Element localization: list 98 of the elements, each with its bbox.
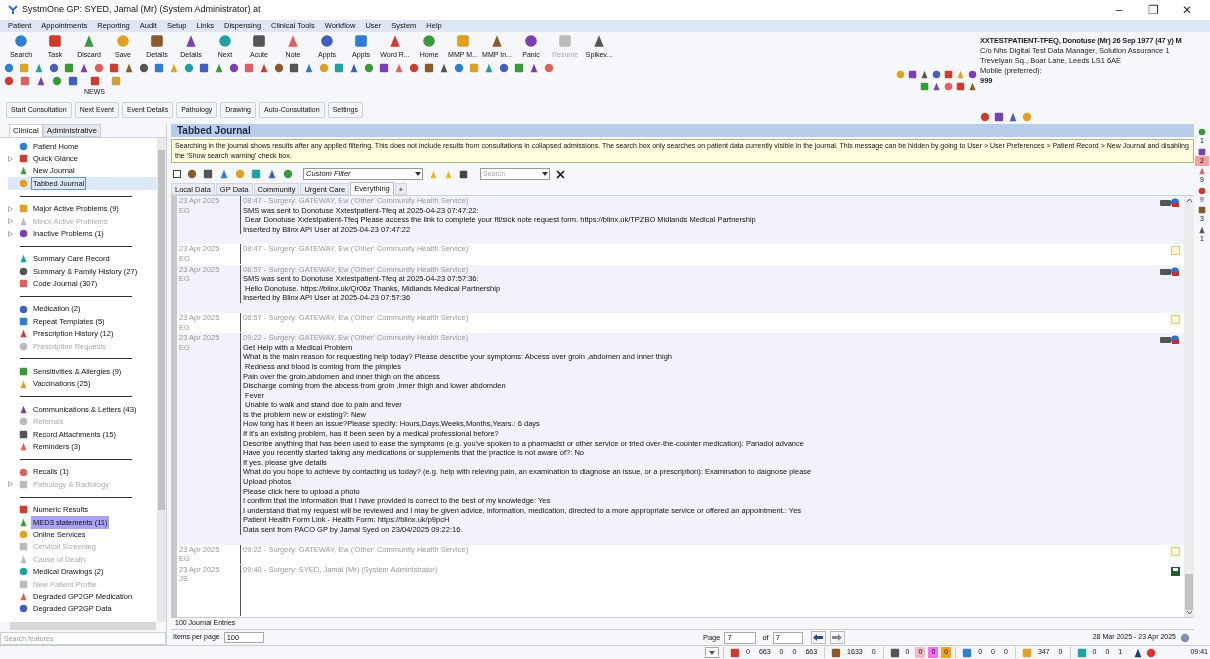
tool-icon[interactable] <box>544 62 554 73</box>
dropdown-arrow-icon <box>709 650 715 655</box>
tool-icon[interactable] <box>304 62 314 73</box>
tool-icon[interactable] <box>424 62 434 73</box>
previous-page-button[interactable] <box>810 631 826 644</box>
tool-icon[interactable] <box>484 62 494 73</box>
tool-icon[interactable] <box>214 62 224 73</box>
toolbar-icon <box>150 34 164 48</box>
toolbar-icon <box>286 34 300 48</box>
tool-icon[interactable] <box>4 62 14 73</box>
tool-icon[interactable] <box>394 62 404 73</box>
right-arrow-icon <box>832 634 843 641</box>
scrollbar[interactable] <box>157 138 166 622</box>
dropdown-arrow-icon <box>414 171 422 177</box>
toolbar-icon <box>218 34 232 48</box>
tool-icon[interactable] <box>244 62 254 73</box>
toolbar-icon <box>422 34 436 48</box>
toolbar-icon <box>116 34 130 48</box>
horizontal-scrollbar[interactable] <box>10 622 156 630</box>
tool-icon[interactable] <box>514 62 524 73</box>
tool-icon[interactable] <box>199 62 209 73</box>
toolbar-icon <box>354 34 368 48</box>
pen-icon[interactable] <box>459 169 468 179</box>
toolbar-icon <box>524 34 538 48</box>
close-icon[interactable] <box>556 169 565 179</box>
journal-title: Tabbed Journal <box>177 124 251 138</box>
tool-icon[interactable] <box>349 62 359 73</box>
dropdown-arrow-icon <box>541 171 549 177</box>
tool-icon[interactable] <box>4 75 14 86</box>
tool-icon[interactable] <box>34 62 44 73</box>
tool-icon[interactable] <box>334 62 344 73</box>
status-icon[interactable] <box>730 647 740 658</box>
tool-icon[interactable] <box>229 62 239 73</box>
tool-icon[interactable] <box>36 75 46 86</box>
tool-icon[interactable] <box>499 62 509 73</box>
status-icon[interactable] <box>831 647 842 658</box>
tool-icon[interactable] <box>439 62 449 73</box>
tool-icon[interactable] <box>68 75 78 86</box>
toolbar-icon <box>252 34 266 48</box>
toolbar-icon <box>14 34 28 48</box>
tool-icon[interactable] <box>379 62 389 73</box>
settings-icon[interactable] <box>1180 632 1190 643</box>
tool-icon[interactable] <box>64 62 74 73</box>
ambulance-icon <box>89 75 100 86</box>
alert-icon[interactable] <box>1198 206 1206 214</box>
message-icon[interactable] <box>1160 266 1180 276</box>
checkbox[interactable] <box>173 170 181 178</box>
window-title: SystmOne GP: SYED, Jamal (Mr) (System Administrator) at <box>22 3 261 17</box>
scroll-down-icon[interactable] <box>1185 610 1193 615</box>
toolbar-icon <box>184 34 198 48</box>
tool-icon[interactable] <box>529 62 539 73</box>
message-icon[interactable] <box>1160 198 1180 207</box>
message-icon[interactable] <box>1160 335 1180 345</box>
tool-icon[interactable] <box>154 62 164 73</box>
tool-icon[interactable] <box>274 62 284 73</box>
toolbar-icon <box>592 34 606 48</box>
tool-icon[interactable] <box>184 62 194 73</box>
tool-icon[interactable] <box>139 62 149 73</box>
close-button[interactable]: ✕ <box>1172 1 1202 19</box>
tool-icon[interactable] <box>49 62 59 73</box>
left-arrow-icon <box>813 634 824 641</box>
tool-icon[interactable] <box>94 62 104 73</box>
app-logo-icon <box>8 5 18 15</box>
tool-icon[interactable] <box>109 62 119 73</box>
sidebar-tab[interactable]: Administrative <box>42 124 102 137</box>
tool-icon[interactable] <box>289 62 299 73</box>
restore-button[interactable]: ❐ <box>1138 1 1168 19</box>
alert-icon[interactable] <box>1198 147 1206 156</box>
tool-icon[interactable] <box>364 62 374 73</box>
scrollbar-thumb[interactable] <box>1185 574 1193 610</box>
scroll-up-icon[interactable] <box>1185 198 1193 203</box>
tool-icon[interactable] <box>79 62 89 73</box>
status-icon[interactable] <box>1146 647 1157 658</box>
alert-icon[interactable] <box>1198 128 1206 136</box>
tool-icon[interactable] <box>52 75 62 86</box>
toolbar-icon <box>48 34 62 48</box>
alert-icon[interactable] <box>1198 186 1206 195</box>
toolbar-icon <box>558 34 572 48</box>
toolbar-icon <box>490 34 504 48</box>
tool-icon[interactable] <box>409 62 419 73</box>
scrollbar[interactable] <box>1184 196 1194 617</box>
tool-icon[interactable] <box>454 62 464 73</box>
toolbar-icon <box>456 34 470 48</box>
toolbar-icon <box>388 34 402 48</box>
tool-icon[interactable] <box>259 62 269 73</box>
status-dropdown[interactable] <box>705 647 719 658</box>
toolbar-icon <box>320 34 334 48</box>
toolbar-icon <box>82 34 96 48</box>
minimize-button[interactable]: – <box>1104 1 1134 19</box>
scrollbar-thumb[interactable] <box>158 150 165 510</box>
expand-arrow-icon[interactable] <box>8 155 13 162</box>
status-icon[interactable] <box>889 647 900 658</box>
tool-icon[interactable] <box>20 75 30 86</box>
sidebar-tab[interactable]: Clinical <box>9 124 43 137</box>
tool-icon[interactable] <box>124 62 134 73</box>
alert-icon[interactable] <box>1198 225 1206 234</box>
save-icon[interactable] <box>1171 566 1180 576</box>
status-icon[interactable] <box>1133 647 1144 658</box>
